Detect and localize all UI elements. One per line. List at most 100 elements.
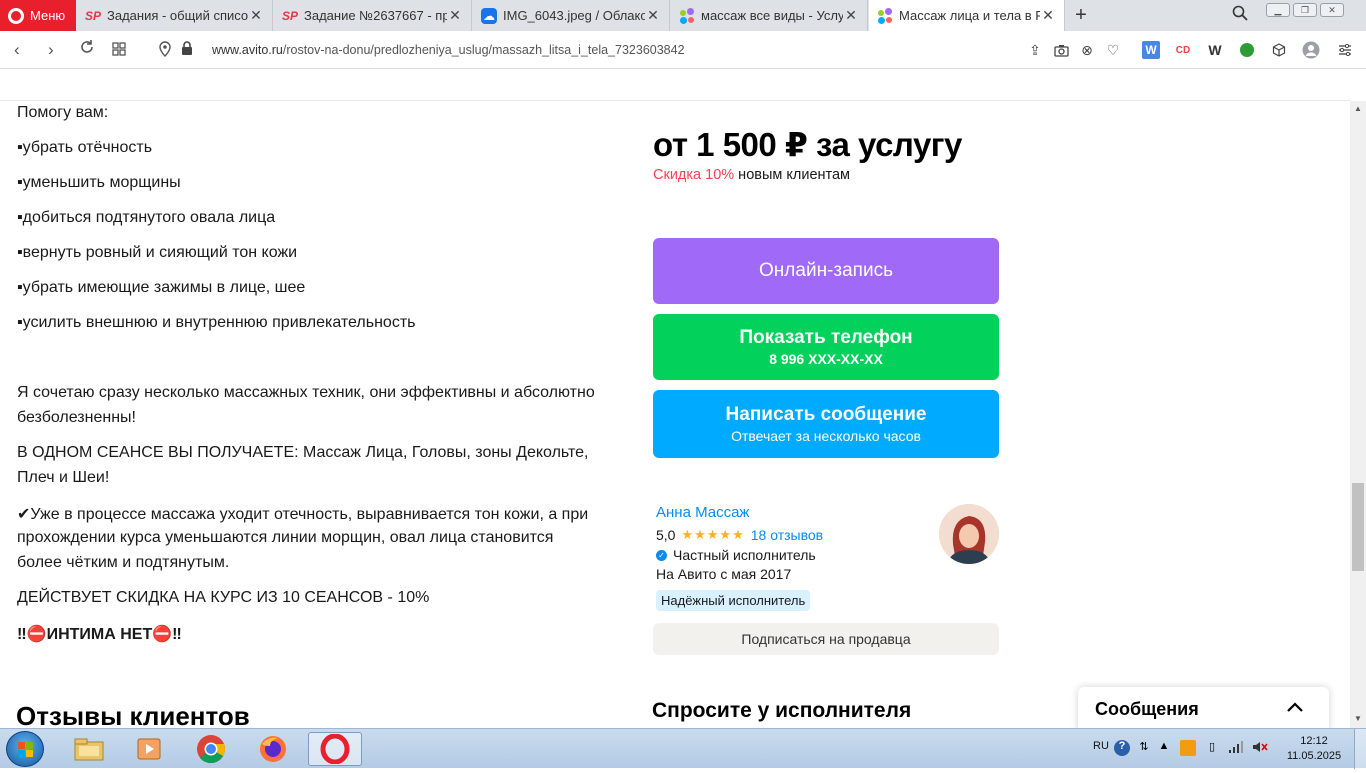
language-indicator[interactable]: RU	[1093, 740, 1109, 752]
description-line: ✔Уже в процессе массажа уходит отечность…	[17, 506, 589, 523]
opera-taskbar-icon[interactable]	[308, 732, 362, 766]
camera-icon[interactable]	[1052, 41, 1070, 59]
device-tray-icon[interactable]: ▯	[1204, 740, 1220, 756]
opera-menu-button[interactable]: Меню	[0, 0, 76, 31]
minimize-icon[interactable]: ▁	[1266, 3, 1290, 17]
close-tab-icon[interactable]: ✕	[843, 7, 859, 24]
start-button[interactable]	[6, 731, 44, 767]
tab-title: Задания - общий список s	[107, 8, 248, 23]
seller-since: На Авито с мая 2017	[656, 566, 792, 582]
back-icon[interactable]: ‹	[14, 40, 20, 60]
heart-icon[interactable]: ♡	[1104, 41, 1122, 59]
tab-3[interactable]: ☁ IMG_6043.jpeg / Облако М ✕	[473, 0, 670, 31]
discount-highlight: Скидка 10%	[653, 167, 735, 183]
green-extension-icon[interactable]	[1238, 41, 1256, 59]
tab-title: массаж все виды - Услуги	[701, 8, 843, 23]
tab-title: Массаж лица и тела в Рос	[899, 8, 1040, 23]
description-line: прохождении курса уменьшаются линии морщ…	[17, 529, 554, 546]
avito-favicon-icon	[679, 7, 695, 24]
adblock-icon[interactable]: ⊗	[1078, 41, 1096, 59]
keyboard-tray-icon[interactable]: ⇅	[1136, 740, 1152, 756]
system-clock[interactable]: 12:12 11.05.2025	[1284, 734, 1344, 764]
scroll-up-arrow-icon[interactable]: ▲	[1354, 104, 1362, 113]
write-message-button[interactable]: Написать сообщение Отвечает за несколько…	[653, 390, 999, 458]
reload-icon[interactable]	[79, 39, 95, 60]
discount-rest: новым клиентам	[734, 167, 851, 183]
online-booking-button[interactable]: Онлайн-запись	[653, 238, 999, 304]
show-hidden-icons-icon[interactable]: ▲	[1156, 740, 1172, 756]
chevron-up-icon[interactable]	[1285, 697, 1305, 717]
tab-4[interactable]: массаж все виды - Услуги ✕	[671, 0, 868, 31]
scrollbar-thumb[interactable]	[1352, 483, 1364, 571]
description-line: ▪усилить внешнюю и внутреннюю привлекате…	[17, 314, 416, 331]
rating-stars-icon: ★★★★★	[681, 527, 745, 542]
profile-icon[interactable]	[1302, 41, 1320, 59]
url-host: www.avito.ru	[212, 43, 283, 57]
close-tab-icon[interactable]: ✕	[1040, 7, 1056, 24]
speed-dial-icon[interactable]	[112, 41, 126, 61]
close-window-icon[interactable]: ✕	[1320, 3, 1344, 17]
description-line: Помогу вам:	[17, 104, 109, 121]
reviews-count-link[interactable]: 18 отзывов	[751, 527, 823, 543]
online-booking-label: Онлайн-запись	[759, 260, 893, 281]
firefox-taskbar-icon[interactable]	[246, 732, 300, 766]
windows-taskbar: RU ? ⇅ ▲ ▯ 12:12 11.05.2025	[0, 728, 1366, 769]
show-desktop-button[interactable]	[1354, 729, 1366, 769]
description-line: более чётким и подтянутым.	[17, 554, 230, 571]
description-line: ▪добиться подтянутого овала лица	[17, 209, 276, 226]
description-line: ‼⛔ИНТИМА НЕТ⛔‼	[17, 626, 182, 643]
tab-5-active[interactable]: Массаж лица и тела в Рос ✕	[869, 0, 1065, 31]
seller-type-row: ✓ Частный исполнитель	[656, 547, 816, 563]
lock-icon[interactable]	[181, 41, 193, 61]
sticky-header-divider	[0, 100, 1350, 101]
forward-icon[interactable]: ›	[48, 40, 54, 60]
description-line: ▪вернуть ровный и сияющий тон кожи	[17, 244, 298, 261]
seller-name-link[interactable]: Анна Массаж	[656, 504, 749, 521]
scroll-down-arrow-icon[interactable]: ▼	[1354, 714, 1362, 723]
cube-extension-icon[interactable]	[1270, 41, 1288, 59]
description-line: ▪убрать имеющие зажимы в лице, шее	[17, 279, 306, 296]
explorer-taskbar-icon[interactable]	[62, 732, 116, 766]
chrome-taskbar-icon[interactable]	[184, 732, 238, 766]
price-heading: от 1 500 ₽ за услугу	[653, 126, 962, 163]
volume-muted-icon[interactable]	[1252, 740, 1268, 756]
location-pin-icon[interactable]	[158, 41, 172, 62]
description-line: Я сочетаю сразу несколько массажных техн…	[17, 384, 595, 401]
seller-avatar[interactable]	[939, 504, 999, 564]
clock-date: 11.05.2025	[1286, 750, 1342, 762]
share-icon[interactable]: ⇪	[1026, 41, 1044, 59]
url-field[interactable]: www.avito.ru/rostov-na-donu/predlozheniy…	[212, 43, 685, 57]
tab-1[interactable]: SP Задания - общий список s ✕	[77, 0, 273, 31]
page-content: Помогу вам: ▪убрать отёчность ▪уменьшить…	[0, 70, 1366, 728]
avito-favicon-icon	[877, 7, 893, 24]
write-message-label: Написать сообщение	[725, 404, 927, 425]
show-phone-label: Показать телефон	[739, 327, 913, 348]
close-tab-icon[interactable]: ✕	[248, 7, 264, 24]
easy-setup-icon[interactable]	[1336, 41, 1354, 59]
w-extension-icon[interactable]: W	[1206, 41, 1224, 59]
show-phone-button[interactable]: Показать телефон 8 996 XXX-XX-XX	[653, 314, 999, 380]
tab-2[interactable]: SP Задание №2637667 - прос ✕	[274, 0, 472, 31]
page-scrollbar[interactable]: ▲ ▼	[1350, 101, 1366, 728]
help-tray-icon[interactable]: ?	[1114, 740, 1130, 756]
close-tab-icon[interactable]: ✕	[447, 7, 463, 24]
seller-type: Частный исполнитель	[673, 547, 816, 563]
description-line: ▪уменьшить морщины	[17, 174, 181, 191]
network-tray-icon[interactable]	[1228, 740, 1244, 756]
seller-rating-row: 5,0 ★★★★★ 18 отзывов	[656, 527, 823, 543]
word-extension-icon[interactable]: W	[1142, 41, 1160, 59]
close-tab-icon[interactable]: ✕	[645, 7, 661, 24]
new-tab-button[interactable]: +	[1070, 4, 1092, 26]
description-line: ДЕЙСТВУЕТ СКИДКА НА КУРС ИЗ 10 СЕАНСОВ -…	[17, 589, 430, 606]
menu-label: Меню	[30, 8, 66, 23]
cd-extension-icon[interactable]: CD	[1174, 41, 1192, 59]
media-player-taskbar-icon[interactable]	[123, 732, 177, 766]
tab-search-icon[interactable]	[1232, 5, 1248, 25]
discount-note: Скидка 10% новым клиентам	[653, 167, 850, 183]
maximize-icon[interactable]: ❐	[1293, 3, 1317, 17]
subscribe-seller-button[interactable]: Подписаться на продавца	[653, 623, 999, 655]
app-tray-icon[interactable]	[1180, 740, 1196, 756]
messages-panel[interactable]: Сообщения	[1078, 687, 1329, 728]
verified-check-icon: ✓	[656, 549, 667, 561]
sp-favicon-icon: SP	[282, 8, 299, 23]
